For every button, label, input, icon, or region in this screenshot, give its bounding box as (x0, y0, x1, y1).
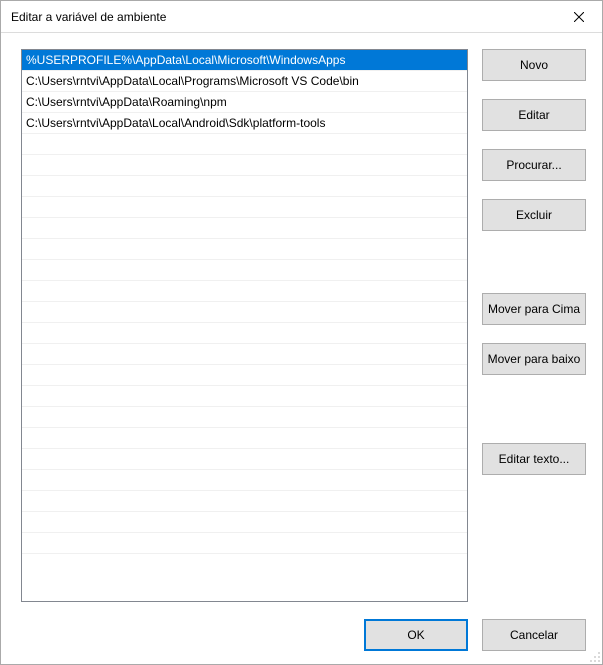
move-up-button[interactable]: Mover para Cima (482, 293, 586, 325)
edit-button[interactable]: Editar (482, 99, 586, 131)
list-item (22, 533, 467, 554)
list-item (22, 197, 467, 218)
new-button[interactable]: Novo (482, 49, 586, 81)
env-variable-edit-dialog: Editar a variável de ambiente %USERPROFI… (0, 0, 603, 665)
browse-button[interactable]: Procurar... (482, 149, 586, 181)
list-item (22, 365, 467, 386)
path-listbox[interactable]: %USERPROFILE%\AppData\Local\Microsoft\Wi… (21, 49, 468, 602)
list-item (22, 512, 467, 533)
list-item (22, 386, 467, 407)
list-item (22, 155, 467, 176)
list-item[interactable]: %USERPROFILE%\AppData\Local\Microsoft\Wi… (22, 50, 467, 71)
resize-grip-icon[interactable] (589, 651, 601, 663)
list-item (22, 218, 467, 239)
list-item[interactable]: C:\Users\rntvi\AppData\Local\Android\Sdk… (22, 113, 467, 134)
move-down-button[interactable]: Mover para baixo (482, 343, 586, 375)
list-item (22, 449, 467, 470)
side-buttons: Novo Editar Procurar... Excluir Mover pa… (482, 49, 586, 602)
list-item (22, 491, 467, 512)
delete-button[interactable]: Excluir (482, 199, 586, 231)
cancel-button[interactable]: Cancelar (482, 619, 586, 651)
edit-text-button[interactable]: Editar texto... (482, 443, 586, 475)
list-item (22, 302, 467, 323)
close-button[interactable] (556, 1, 602, 32)
list-item (22, 470, 467, 491)
list-item[interactable]: C:\Users\rntvi\AppData\Local\Programs\Mi… (22, 71, 467, 92)
list-item (22, 344, 467, 365)
list-item (22, 428, 467, 449)
window-title: Editar a variável de ambiente (11, 10, 556, 24)
list-item (22, 407, 467, 428)
list-item (22, 176, 467, 197)
list-item (22, 134, 467, 155)
list-item (22, 281, 467, 302)
dialog-footer: OK Cancelar (1, 610, 602, 664)
list-item[interactable]: C:\Users\rntvi\AppData\Roaming\npm (22, 92, 467, 113)
close-icon (574, 12, 584, 22)
ok-button[interactable]: OK (364, 619, 468, 651)
list-item (22, 239, 467, 260)
dialog-content: %USERPROFILE%\AppData\Local\Microsoft\Wi… (1, 33, 602, 610)
list-item (22, 323, 467, 344)
list-item (22, 260, 467, 281)
titlebar: Editar a variável de ambiente (1, 1, 602, 33)
